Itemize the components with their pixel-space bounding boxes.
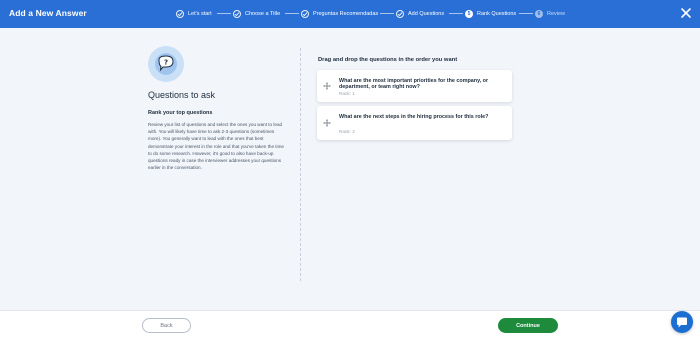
step-label: Choose a Title [245, 11, 281, 17]
step-choose-title[interactable]: Choose a Title [233, 8, 280, 20]
question-speech-bubble-icon: ? [148, 46, 184, 82]
instructions-heading: Drag and drop the questions in the order… [318, 57, 458, 63]
step-preguntas-recomendadas[interactable]: Preguntas Recomendadas [301, 8, 378, 20]
back-button[interactable]: Back [142, 318, 191, 333]
drag-handle-icon[interactable] [323, 82, 331, 90]
footer-bar: Back Continue [0, 310, 700, 339]
section-title: Questions to ask [148, 90, 216, 100]
drag-handle-icon[interactable] [323, 119, 331, 127]
step-label: Let's start [188, 11, 212, 17]
progress-stepper: Let's start Choose a Title Preguntas Rec… [0, 0, 700, 28]
check-icon [233, 10, 241, 18]
question-rank: Rank: 1 [339, 91, 355, 96]
check-icon [396, 10, 404, 18]
step-connector [449, 13, 463, 14]
svg-text:?: ? [164, 59, 168, 67]
step-label: Add Questions [408, 11, 445, 17]
step-rank-questions[interactable]: 5 Rank Questions [465, 8, 516, 20]
column-divider [300, 48, 301, 281]
section-subtitle: Rank your top questions [148, 110, 213, 116]
top-bar: Add a New Answer Let's start Choose a Ti… [0, 0, 700, 28]
step-review[interactable]: 6 Review [535, 8, 565, 20]
close-icon[interactable] [680, 7, 692, 19]
step-number: 5 [465, 10, 473, 18]
step-add-questions[interactable]: Add Questions [396, 8, 444, 20]
question-card-2[interactable]: What are the next steps in the hiring pr… [317, 106, 512, 140]
chat-bubble-icon[interactable] [671, 311, 693, 333]
step-number: 6 [535, 10, 543, 18]
step-connector [380, 13, 394, 14]
step-lets-start[interactable]: Let's start [176, 8, 212, 20]
step-connector [285, 13, 299, 14]
step-connector [217, 13, 231, 14]
question-text: What are the next steps in the hiring pr… [339, 114, 489, 120]
step-label: Rank Questions [477, 11, 517, 17]
check-icon [176, 10, 184, 18]
continue-button[interactable]: Continue [498, 318, 558, 333]
step-label: Review [547, 11, 566, 17]
step-label: Preguntas Recomendadas [313, 11, 379, 17]
check-icon [301, 10, 309, 18]
step-connector [519, 13, 533, 14]
section-description: Review your list of questions and select… [148, 122, 284, 171]
question-text: What are the most important priorities f… [339, 78, 489, 91]
question-rank: Rank: 2 [339, 129, 355, 134]
question-card-1[interactable]: What are the most important priorities f… [317, 70, 512, 102]
